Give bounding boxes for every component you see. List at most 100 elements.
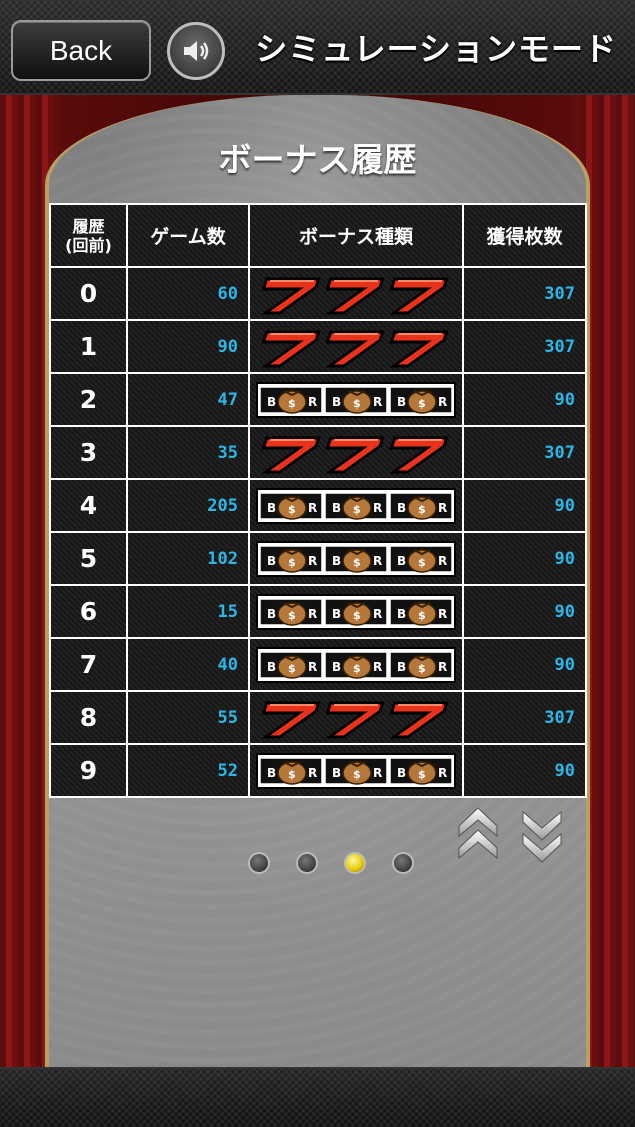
game-count-cell: 15 <box>126 584 250 639</box>
bonus-type-cell: B R $ B R $ B R $ <box>248 531 464 586</box>
table-row: 3 35 307 <box>49 425 587 480</box>
table-row: 5 102 B R $ B R $ B R $90 <box>49 531 587 586</box>
table-row: 6 15 B R $ B R $ B R $90 <box>49 584 587 639</box>
svg-text:$: $ <box>418 556 426 569</box>
page-title: ボーナス履歴 <box>218 140 417 179</box>
svg-text:$: $ <box>353 503 361 516</box>
svg-text:B: B <box>397 766 406 780</box>
column-header-coins: 獲得枚数 <box>462 203 587 268</box>
bonus-777-icon <box>261 277 449 314</box>
bonus-type-cell <box>248 266 464 321</box>
history-index-cell: 5 <box>49 531 128 586</box>
back-button[interactable]: Back <box>11 20 151 81</box>
svg-text:$: $ <box>418 662 426 675</box>
svg-text:$: $ <box>288 662 296 675</box>
table-row: 4 205 B R $ B R $ B R $90 <box>49 478 587 533</box>
svg-text:R: R <box>373 501 382 515</box>
table-row: 8 55 307 <box>49 690 587 745</box>
svg-text:B: B <box>397 660 406 674</box>
history-index-cell: 7 <box>49 637 128 692</box>
coins-earned-cell: 90 <box>462 637 587 692</box>
svg-text:B: B <box>267 395 276 409</box>
svg-text:R: R <box>308 554 317 568</box>
game-count-cell: 47 <box>126 372 250 427</box>
svg-text:B: B <box>332 395 341 409</box>
page-indicator <box>248 852 414 874</box>
svg-text:B: B <box>267 607 276 621</box>
svg-text:$: $ <box>418 503 426 516</box>
scroll-up-arrow-icon[interactable] <box>457 806 499 864</box>
sound-toggle-button[interactable] <box>167 22 225 80</box>
svg-text:$: $ <box>288 556 296 569</box>
svg-text:$: $ <box>353 609 361 622</box>
svg-text:B: B <box>397 554 406 568</box>
bonus-bar-icon: B R $ B R $ B R $ <box>256 593 456 630</box>
scroll-down-arrow-icon[interactable] <box>521 806 563 864</box>
svg-text:R: R <box>438 501 447 515</box>
page-dot[interactable] <box>392 852 414 874</box>
bonus-type-cell: B R $ B R $ B R $ <box>248 584 464 639</box>
game-count-cell: 60 <box>126 266 250 321</box>
svg-text:B: B <box>332 766 341 780</box>
table-row: 2 47 B R $ B R $ B R $90 <box>49 372 587 427</box>
svg-text:R: R <box>373 395 382 409</box>
history-index-cell: 2 <box>49 372 128 427</box>
svg-text:R: R <box>373 660 382 674</box>
svg-text:B: B <box>267 766 276 780</box>
bonus-bar-icon: B R $ B R $ B R $ <box>256 540 456 577</box>
svg-text:B: B <box>332 607 341 621</box>
coins-earned-cell: 307 <box>462 319 587 374</box>
column-header-bonus-type: ボーナス種類 <box>248 203 464 268</box>
svg-text:R: R <box>438 766 447 780</box>
bonus-bar-icon: B R $ B R $ B R $ <box>256 487 456 524</box>
svg-text:$: $ <box>288 397 296 410</box>
svg-text:$: $ <box>418 397 426 410</box>
svg-text:B: B <box>267 554 276 568</box>
svg-text:R: R <box>438 395 447 409</box>
svg-text:$: $ <box>353 397 361 410</box>
game-count-cell: 90 <box>126 319 250 374</box>
svg-text:R: R <box>438 607 447 621</box>
page-dot[interactable] <box>296 852 318 874</box>
svg-text:$: $ <box>418 768 426 781</box>
svg-text:R: R <box>308 660 317 674</box>
history-index-cell: 1 <box>49 319 128 374</box>
table-row: 0 60 307 <box>49 266 587 321</box>
coins-earned-cell: 90 <box>462 743 587 798</box>
svg-text:$: $ <box>288 503 296 516</box>
bonus-bar-icon: B R $ B R $ B R $ <box>256 646 456 683</box>
game-count-cell: 205 <box>126 478 250 533</box>
bonus-type-cell: B R $ B R $ B R $ <box>248 478 464 533</box>
column-header-history: 履歴 (回前) <box>49 203 128 268</box>
svg-text:R: R <box>308 501 317 515</box>
table-row: 7 40 B R $ B R $ B R $90 <box>49 637 587 692</box>
bonus-bar-icon: B R $ B R $ B R $ <box>256 752 456 789</box>
bonus-777-icon <box>261 436 449 473</box>
game-count-cell: 35 <box>126 425 250 480</box>
coins-earned-cell: 307 <box>462 690 587 745</box>
svg-text:$: $ <box>353 662 361 675</box>
game-count-cell: 102 <box>126 531 250 586</box>
svg-text:R: R <box>373 766 382 780</box>
page-dot[interactable] <box>248 852 270 874</box>
history-index-cell: 9 <box>49 743 128 798</box>
svg-text:R: R <box>373 607 382 621</box>
column-header-games: ゲーム数 <box>126 203 250 268</box>
svg-text:$: $ <box>288 609 296 622</box>
history-index-cell: 3 <box>49 425 128 480</box>
svg-text:R: R <box>438 554 447 568</box>
speaker-icon <box>184 41 209 61</box>
coins-earned-cell: 90 <box>462 584 587 639</box>
page-dot[interactable] <box>344 852 366 874</box>
column-header-history-label: 履歴 (回前) <box>65 216 112 255</box>
bonus-type-cell <box>248 319 464 374</box>
svg-text:R: R <box>438 660 447 674</box>
bonus-bar-icon: B R $ B R $ B R $ <box>256 381 456 418</box>
svg-text:$: $ <box>353 556 361 569</box>
svg-text:$: $ <box>418 609 426 622</box>
top-bar: Back シミュレーションモード <box>0 0 635 95</box>
game-count-cell: 52 <box>126 743 250 798</box>
history-index-cell: 8 <box>49 690 128 745</box>
history-index-cell: 6 <box>49 584 128 639</box>
svg-text:B: B <box>332 501 341 515</box>
